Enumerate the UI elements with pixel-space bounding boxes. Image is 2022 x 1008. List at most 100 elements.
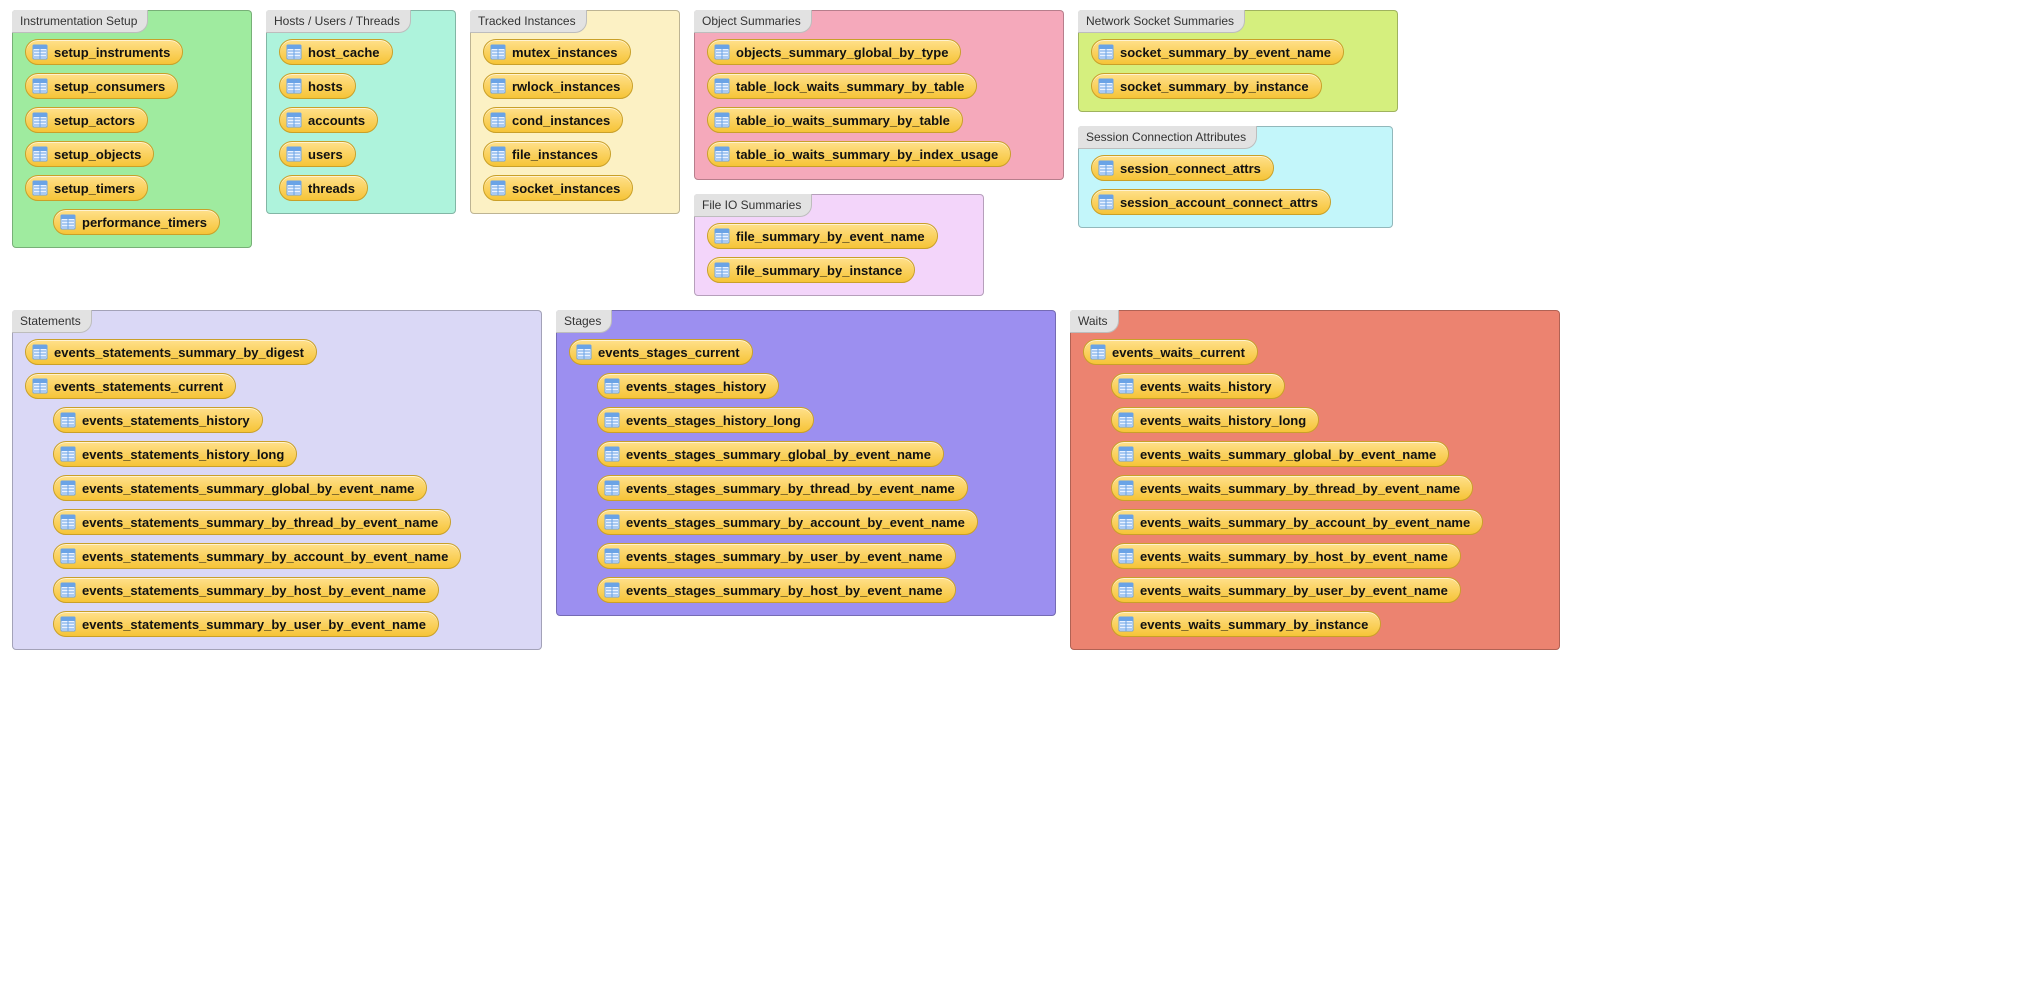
table-node[interactable]: table_io_waits_summary_by_index_usage — [707, 141, 1011, 167]
table-node[interactable]: users — [279, 141, 356, 167]
table-node[interactable]: accounts — [279, 107, 378, 133]
table-label: session_connect_attrs — [1120, 161, 1261, 176]
table-node[interactable]: setup_timers — [25, 175, 148, 201]
table-node[interactable]: events_statements_summary_global_by_even… — [53, 475, 427, 501]
table-node[interactable]: cond_instances — [483, 107, 623, 133]
table-icon — [604, 548, 620, 564]
table-icon — [60, 514, 76, 530]
table-node[interactable]: objects_summary_global_by_type — [707, 39, 961, 65]
table-icon — [714, 228, 730, 244]
table-node[interactable]: setup_consumers — [25, 73, 178, 99]
table-icon — [60, 446, 76, 462]
table-icon — [604, 582, 620, 598]
table-node[interactable]: events_statements_history — [53, 407, 263, 433]
table-icon — [1118, 412, 1134, 428]
table-label: rwlock_instances — [512, 79, 620, 94]
table-node[interactable]: events_stages_history — [597, 373, 779, 399]
table-icon — [604, 514, 620, 530]
table-node[interactable]: hosts — [279, 73, 356, 99]
table-node[interactable]: events_waits_summary_by_account_by_event… — [1111, 509, 1483, 535]
table-icon — [490, 112, 506, 128]
table-node[interactable]: file_instances — [483, 141, 611, 167]
table-label: events_statements_summary_by_host_by_eve… — [82, 583, 426, 598]
table-icon — [1118, 378, 1134, 394]
table-label: setup_objects — [54, 147, 141, 162]
table-node[interactable]: events_statements_current — [25, 373, 236, 399]
table-node[interactable]: events_waits_summary_by_user_by_event_na… — [1111, 577, 1461, 603]
table-icon — [714, 44, 730, 60]
table-node[interactable]: events_statements_summary_by_digest — [25, 339, 317, 365]
table-label: socket_summary_by_instance — [1120, 79, 1309, 94]
table-node[interactable]: events_statements_history_long — [53, 441, 297, 467]
table-node[interactable]: file_summary_by_instance — [707, 257, 915, 283]
table-node[interactable]: events_statements_summary_by_thread_by_e… — [53, 509, 451, 535]
table-label: socket_instances — [512, 181, 620, 196]
table-label: events_statements_current — [54, 379, 223, 394]
table-node[interactable]: table_io_waits_summary_by_table — [707, 107, 963, 133]
table-label: events_statements_summary_by_account_by_… — [82, 549, 448, 564]
table-node[interactable]: events_stages_summary_global_by_event_na… — [597, 441, 944, 467]
table-node[interactable]: setup_actors — [25, 107, 148, 133]
diagram-row-2: Statementsevents_statements_summary_by_d… — [12, 310, 2010, 650]
group-network: Network Socket Summariessocket_summary_b… — [1078, 10, 1398, 112]
group-hosts: Hosts / Users / Threads host_cachehosts ac… — [266, 10, 456, 214]
column-network-session: Network Socket Summariessocket_summary_b… — [1078, 10, 1398, 228]
table-node[interactable]: events_waits_history_long — [1111, 407, 1319, 433]
table-icon — [490, 146, 506, 162]
table-icon — [32, 78, 48, 94]
table-icon — [1118, 616, 1134, 632]
table-icon — [32, 44, 48, 60]
table-label: events_stages_summary_by_host_by_event_n… — [626, 583, 943, 598]
table-node[interactable]: events_waits_summary_by_host_by_event_na… — [1111, 543, 1461, 569]
table-node[interactable]: setup_objects — [25, 141, 154, 167]
table-node[interactable]: session_connect_attrs — [1091, 155, 1274, 181]
table-node[interactable]: socket_summary_by_event_name — [1091, 39, 1344, 65]
table-label: table_lock_waits_summary_by_table — [736, 79, 964, 94]
group-title: Stages — [556, 310, 612, 333]
table-label: events_statements_summary_by_user_by_eve… — [82, 617, 426, 632]
table-node[interactable]: socket_instances — [483, 175, 633, 201]
group-title: Waits — [1070, 310, 1119, 333]
table-icon — [286, 44, 302, 60]
table-icon — [286, 146, 302, 162]
item-list: host_cachehosts accounts users threads — [279, 39, 443, 201]
table-node[interactable]: events_stages_summary_by_host_by_event_n… — [597, 577, 956, 603]
table-node[interactable]: socket_summary_by_instance — [1091, 73, 1322, 99]
table-icon — [60, 548, 76, 564]
table-node[interactable]: events_waits_history — [1111, 373, 1285, 399]
table-node[interactable]: setup_instruments — [25, 39, 183, 65]
table-label: events_statements_history — [82, 413, 250, 428]
table-icon — [1118, 548, 1134, 564]
table-icon — [714, 112, 730, 128]
table-label: events_waits_summary_global_by_event_nam… — [1140, 447, 1436, 462]
table-icon — [1090, 344, 1106, 360]
table-icon — [32, 378, 48, 394]
table-label: setup_timers — [54, 181, 135, 196]
table-icon — [1098, 44, 1114, 60]
table-node[interactable]: session_account_connect_attrs — [1091, 189, 1331, 215]
table-icon — [604, 378, 620, 394]
table-node[interactable]: events_waits_summary_global_by_event_nam… — [1111, 441, 1449, 467]
table-node[interactable]: events_stages_current — [569, 339, 753, 365]
table-node[interactable]: events_stages_summary_by_user_by_event_n… — [597, 543, 956, 569]
table-node[interactable]: events_stages_summary_by_thread_by_event… — [597, 475, 968, 501]
table-node[interactable]: mutex_instances — [483, 39, 631, 65]
table-node[interactable]: events_waits_summary_by_instance — [1111, 611, 1381, 637]
table-icon — [32, 180, 48, 196]
table-icon — [286, 180, 302, 196]
table-label: hosts — [308, 79, 343, 94]
table-node[interactable]: events_waits_summary_by_thread_by_event_… — [1111, 475, 1473, 501]
table-node[interactable]: threads — [279, 175, 368, 201]
table-node[interactable]: table_lock_waits_summary_by_table — [707, 73, 977, 99]
table-node[interactable]: file_summary_by_event_name — [707, 223, 938, 249]
table-node[interactable]: performance_timers — [53, 209, 220, 235]
table-node[interactable]: events_statements_summary_by_account_by_… — [53, 543, 461, 569]
table-node[interactable]: events_statements_summary_by_user_by_eve… — [53, 611, 439, 637]
table-node[interactable]: events_stages_summary_by_account_by_even… — [597, 509, 978, 535]
table-node[interactable]: events_stages_history_long — [597, 407, 814, 433]
group-title: Hosts / Users / Threads — [266, 10, 411, 33]
table-node[interactable]: events_statements_summary_by_host_by_eve… — [53, 577, 439, 603]
table-node[interactable]: events_waits_current — [1083, 339, 1258, 365]
table-node[interactable]: host_cache — [279, 39, 393, 65]
table-node[interactable]: rwlock_instances — [483, 73, 633, 99]
